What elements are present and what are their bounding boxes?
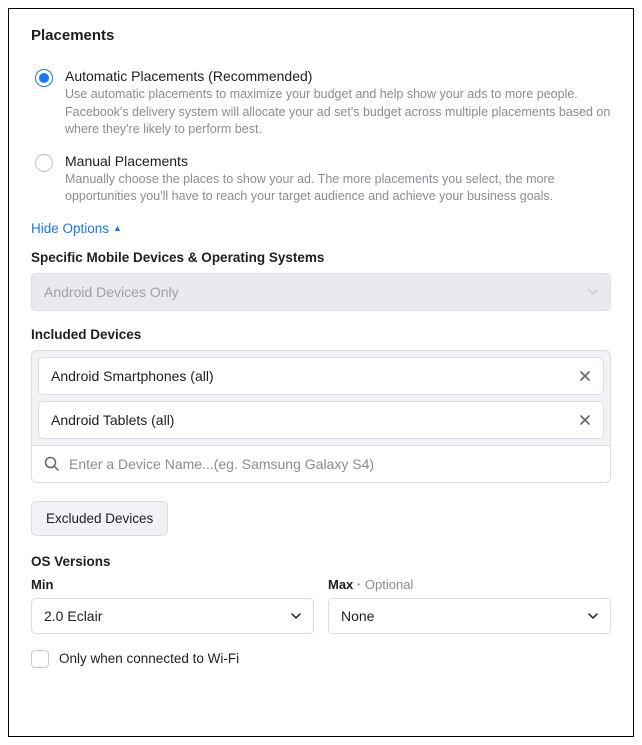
chevron-down-icon [588, 613, 598, 619]
placement-mode-radio-group: Automatic Placements (Recommended) Use a… [31, 68, 611, 206]
os-version-row: Min 2.0 Eclair Max · Optional None [31, 577, 611, 634]
hide-options-label: Hide Options [31, 221, 109, 236]
chip-label: Android Smartphones (all) [51, 368, 214, 384]
radio-icon [35, 69, 53, 87]
wifi-only-label: Only when connected to Wi-Fi [59, 651, 239, 666]
device-search-row [31, 445, 611, 483]
os-min-value: 2.0 Eclair [44, 608, 102, 624]
chip-label: Android Tablets (all) [51, 412, 174, 428]
chevron-down-icon [291, 613, 301, 619]
included-devices-container: Android Smartphones (all) Android Tablet… [31, 350, 611, 445]
devices-os-header: Specific Mobile Devices & Operating Syst… [31, 250, 611, 265]
radio-description: Use automatic placements to maximize you… [65, 86, 611, 139]
device-os-value: Android Devices Only [44, 284, 179, 300]
os-max-col: Max · Optional None [328, 577, 611, 634]
included-devices-header: Included Devices [31, 327, 611, 342]
radio-label: Automatic Placements (Recommended) [65, 68, 611, 84]
radio-manual-placements[interactable]: Manual Placements Manually choose the pl… [31, 153, 611, 206]
os-min-label: Min [31, 577, 314, 592]
excluded-devices-button[interactable]: Excluded Devices [31, 501, 168, 536]
section-title: Placements [31, 27, 611, 44]
close-icon[interactable] [579, 370, 591, 382]
placements-panel: Placements Automatic Placements (Recomme… [8, 8, 634, 737]
radio-label: Manual Placements [65, 153, 611, 169]
device-chip: Android Tablets (all) [38, 401, 604, 439]
wifi-only-row[interactable]: Only when connected to Wi-Fi [31, 650, 611, 668]
chevron-down-icon [588, 289, 598, 295]
hide-options-link[interactable]: Hide Options ▲ [31, 221, 122, 236]
os-min-select[interactable]: 2.0 Eclair [31, 598, 314, 634]
os-max-select[interactable]: None [328, 598, 611, 634]
radio-automatic-placements[interactable]: Automatic Placements (Recommended) Use a… [31, 68, 611, 139]
radio-description: Manually choose the places to show your … [65, 171, 611, 206]
device-search-input[interactable] [69, 456, 598, 472]
os-versions-header: OS Versions [31, 554, 611, 569]
os-max-label: Max · Optional [328, 577, 611, 592]
os-min-col: Min 2.0 Eclair [31, 577, 314, 634]
search-icon [44, 456, 59, 471]
checkbox-icon [31, 650, 49, 668]
device-chip: Android Smartphones (all) [38, 357, 604, 395]
os-max-value: None [341, 608, 374, 624]
close-icon[interactable] [579, 414, 591, 426]
caret-up-icon: ▲ [113, 223, 122, 233]
excluded-devices-label: Excluded Devices [46, 511, 153, 526]
radio-icon [35, 154, 53, 172]
device-os-select[interactable]: Android Devices Only [31, 273, 611, 311]
